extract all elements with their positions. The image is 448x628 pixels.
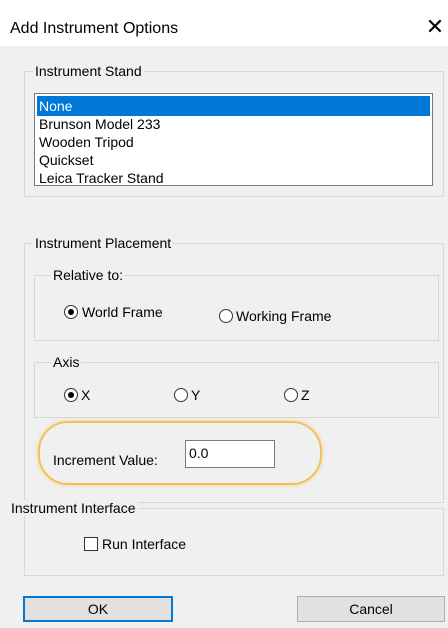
- instrument-stand-legend: Instrument Stand: [33, 63, 144, 79]
- list-item-brunson[interactable]: Brunson Model 233: [37, 114, 430, 134]
- list-item-leica[interactable]: Leica Tracker Stand: [37, 168, 430, 188]
- working-frame-label[interactable]: Working Frame: [236, 308, 331, 324]
- list-item-none[interactable]: None: [37, 96, 430, 116]
- axis-z-label[interactable]: Z: [301, 387, 310, 403]
- close-icon[interactable]: ✕: [423, 14, 447, 42]
- working-frame-radio[interactable]: [219, 309, 233, 323]
- radio-selected-dot: [68, 309, 74, 315]
- axis-x-label[interactable]: X: [81, 387, 90, 403]
- window-title: Add Instrument Options: [10, 20, 179, 37]
- increment-value-label: Increment Value:: [53, 452, 158, 468]
- axis-y-label[interactable]: Y: [191, 387, 200, 403]
- ok-button[interactable]: OK: [23, 596, 173, 622]
- radio-selected-dot: [68, 392, 74, 398]
- axis-legend: Axis: [51, 354, 82, 370]
- list-item-quickset[interactable]: Quickset: [37, 150, 430, 170]
- world-frame-label[interactable]: World Frame: [82, 304, 163, 320]
- world-frame-radio[interactable]: [64, 305, 78, 319]
- axis-group: Axis: [34, 354, 439, 418]
- axis-z-radio[interactable]: [284, 388, 298, 402]
- run-interface-label[interactable]: Run Interface: [102, 536, 186, 552]
- axis-x-radio[interactable]: [64, 388, 78, 402]
- run-interface-checkbox[interactable]: [84, 537, 98, 551]
- instrument-placement-legend: Instrument Placement: [33, 235, 174, 251]
- relative-to-legend: Relative to:: [51, 267, 126, 283]
- axis-y-radio[interactable]: [174, 388, 188, 402]
- instrument-interface-legend: Instrument Interface: [9, 500, 138, 516]
- cancel-button[interactable]: Cancel: [297, 596, 445, 622]
- list-item-wooden-tripod[interactable]: Wooden Tripod: [37, 132, 430, 152]
- instrument-stand-listbox[interactable]: None Brunson Model 233 Wooden Tripod Qui…: [34, 93, 433, 186]
- increment-value-input[interactable]: 0.0: [185, 440, 275, 468]
